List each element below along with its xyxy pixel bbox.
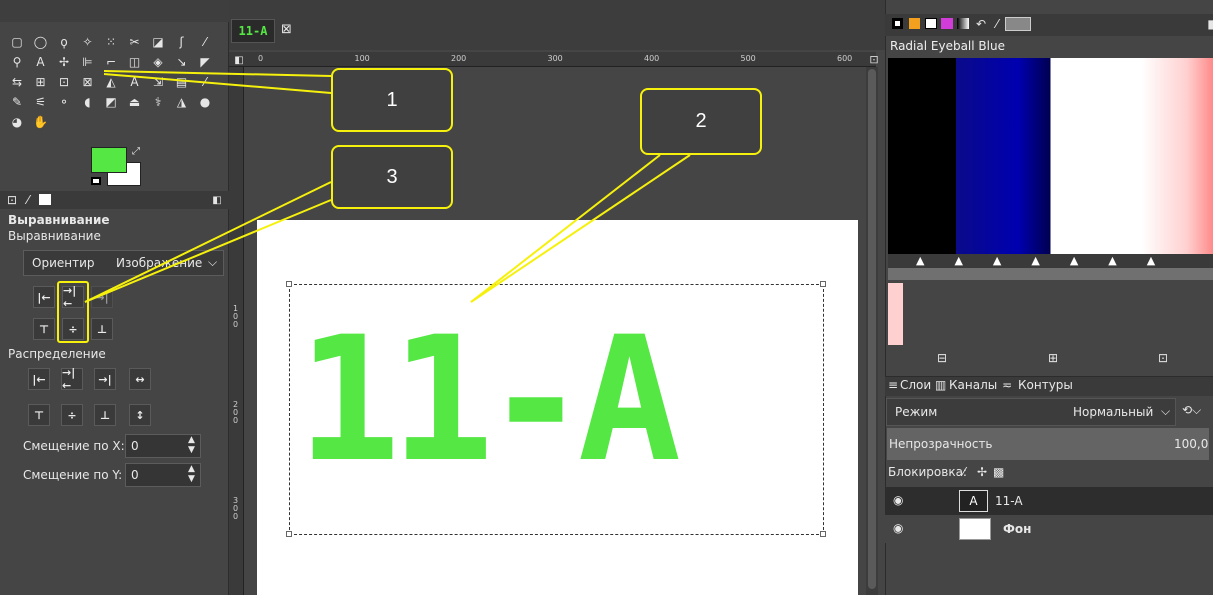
callout-2: 2: [640, 88, 762, 155]
leader-line-1b: [103, 73, 332, 94]
callout-1: 1: [331, 68, 453, 132]
callout-3: 3: [331, 145, 453, 209]
leader-line-3b: [84, 199, 332, 303]
leader-line-2b: [470, 154, 691, 303]
leader-line-1a: [103, 70, 332, 77]
callout-leader-lines: [84, 70, 691, 303]
leader-line-2a: [470, 154, 661, 303]
leader-line-3a: [84, 181, 332, 303]
